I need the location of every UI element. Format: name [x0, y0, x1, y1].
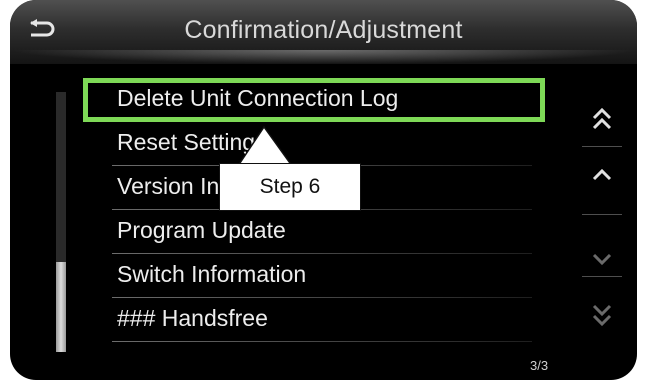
back-button[interactable]	[18, 10, 64, 50]
menu-item-reset-settings[interactable]: Reset Settings	[102, 122, 532, 166]
menu-item-label: ### Handsfree	[117, 305, 268, 331]
callout-pointer	[237, 125, 293, 167]
chevron-down-icon	[592, 253, 612, 266]
page-indicator: 3/3	[530, 358, 549, 373]
menu-item-handsfree[interactable]: ### Handsfree	[102, 298, 532, 342]
chevron-up-icon	[592, 168, 612, 181]
button-separator	[582, 214, 622, 215]
page-down-button[interactable]	[580, 292, 624, 338]
button-separator	[582, 146, 622, 147]
header-shine	[10, 50, 637, 64]
scroll-thumb[interactable]	[56, 262, 66, 352]
menu-item-label: Program Update	[117, 217, 286, 243]
callout-text: Step 6	[259, 175, 321, 198]
menu-item-switch-information[interactable]: Switch Information	[102, 254, 532, 298]
menu-item-label: Switch Information	[117, 261, 307, 287]
double-chevron-up-icon	[592, 107, 612, 130]
return-arrow-icon	[30, 19, 55, 37]
header-bar: Confirmation/Adjustment	[10, 0, 637, 64]
highlight-box	[83, 78, 545, 122]
step-callout: Step 6	[219, 163, 361, 211]
menu-item-program-update[interactable]: Program Update	[102, 210, 532, 254]
button-separator	[582, 276, 622, 277]
scroll-up-button[interactable]	[580, 152, 624, 198]
divider	[112, 341, 532, 342]
page-up-button[interactable]	[580, 96, 624, 142]
double-chevron-down-icon	[592, 304, 612, 327]
page-title: Confirmation/Adjustment	[184, 16, 463, 44]
